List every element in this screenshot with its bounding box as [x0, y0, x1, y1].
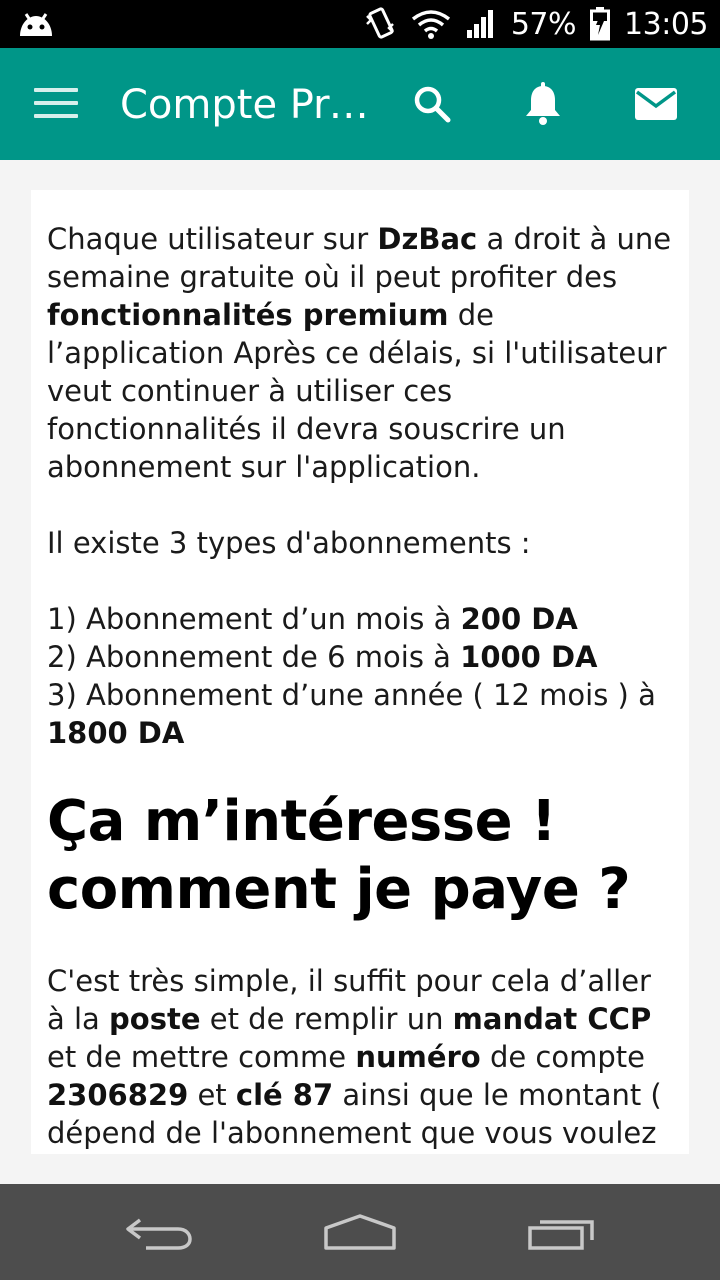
- status-bar: 57% 13:05: [0, 0, 720, 48]
- mandat-ccp-label: mandat CCP: [452, 1002, 652, 1036]
- plan-item: 2) Abonnement de 6 mois à 1000 DA: [47, 640, 598, 674]
- clock: 13:05: [624, 6, 708, 42]
- types-intro: Il existe 3 types d'abonnements :: [47, 526, 531, 560]
- premium-features-label: fonctionnalités premium: [47, 298, 449, 332]
- search-icon[interactable]: [408, 80, 456, 128]
- home-icon[interactable]: [320, 1212, 400, 1252]
- account-key: clé 87: [235, 1078, 334, 1112]
- intro-paragraph: Chaque utilisateur sur DzBac a droit à u…: [47, 222, 672, 484]
- payment-heading: Ça m’intéresse ! comment je paye ?: [47, 789, 631, 922]
- plan-item: 3) Abonnement d’une année ( 12 mois ) à …: [47, 678, 656, 750]
- plan-price: 1000 DA: [460, 640, 598, 674]
- content-area: Chaque utilisateur sur DzBac a droit à u…: [0, 160, 720, 1184]
- plan-price: 200 DA: [460, 602, 578, 636]
- menu-icon[interactable]: [34, 88, 78, 120]
- plan-item: 1) Abonnement d’un mois à 200 DA: [47, 602, 578, 636]
- account-number: 2306829: [47, 1078, 189, 1112]
- back-icon[interactable]: [120, 1212, 200, 1252]
- payment-paragraph: C'est très simple, il suffit pour cela d…: [47, 964, 662, 1150]
- app-name: DzBac: [377, 222, 478, 256]
- system-nav-bar: [0, 1184, 720, 1280]
- page-title: Compte Pre…: [120, 82, 370, 128]
- poste-label: poste: [109, 1002, 201, 1036]
- premium-info-card: Chaque utilisateur sur DzBac a droit à u…: [31, 190, 689, 1154]
- app-bar: Compte Pre…: [0, 48, 720, 160]
- battery-charging-icon: [590, 7, 611, 41]
- vibrate-icon: [365, 7, 394, 39]
- recents-icon[interactable]: [522, 1212, 602, 1252]
- signal-icon: [466, 10, 493, 38]
- mail-icon[interactable]: [632, 80, 680, 128]
- wifi-icon: [411, 10, 450, 39]
- android-notification-icon: [20, 13, 52, 36]
- bell-icon[interactable]: [519, 80, 567, 128]
- battery-percent: 57%: [510, 6, 577, 42]
- numero-label: numéro: [355, 1040, 481, 1074]
- plan-price: 1800 DA: [47, 716, 185, 750]
